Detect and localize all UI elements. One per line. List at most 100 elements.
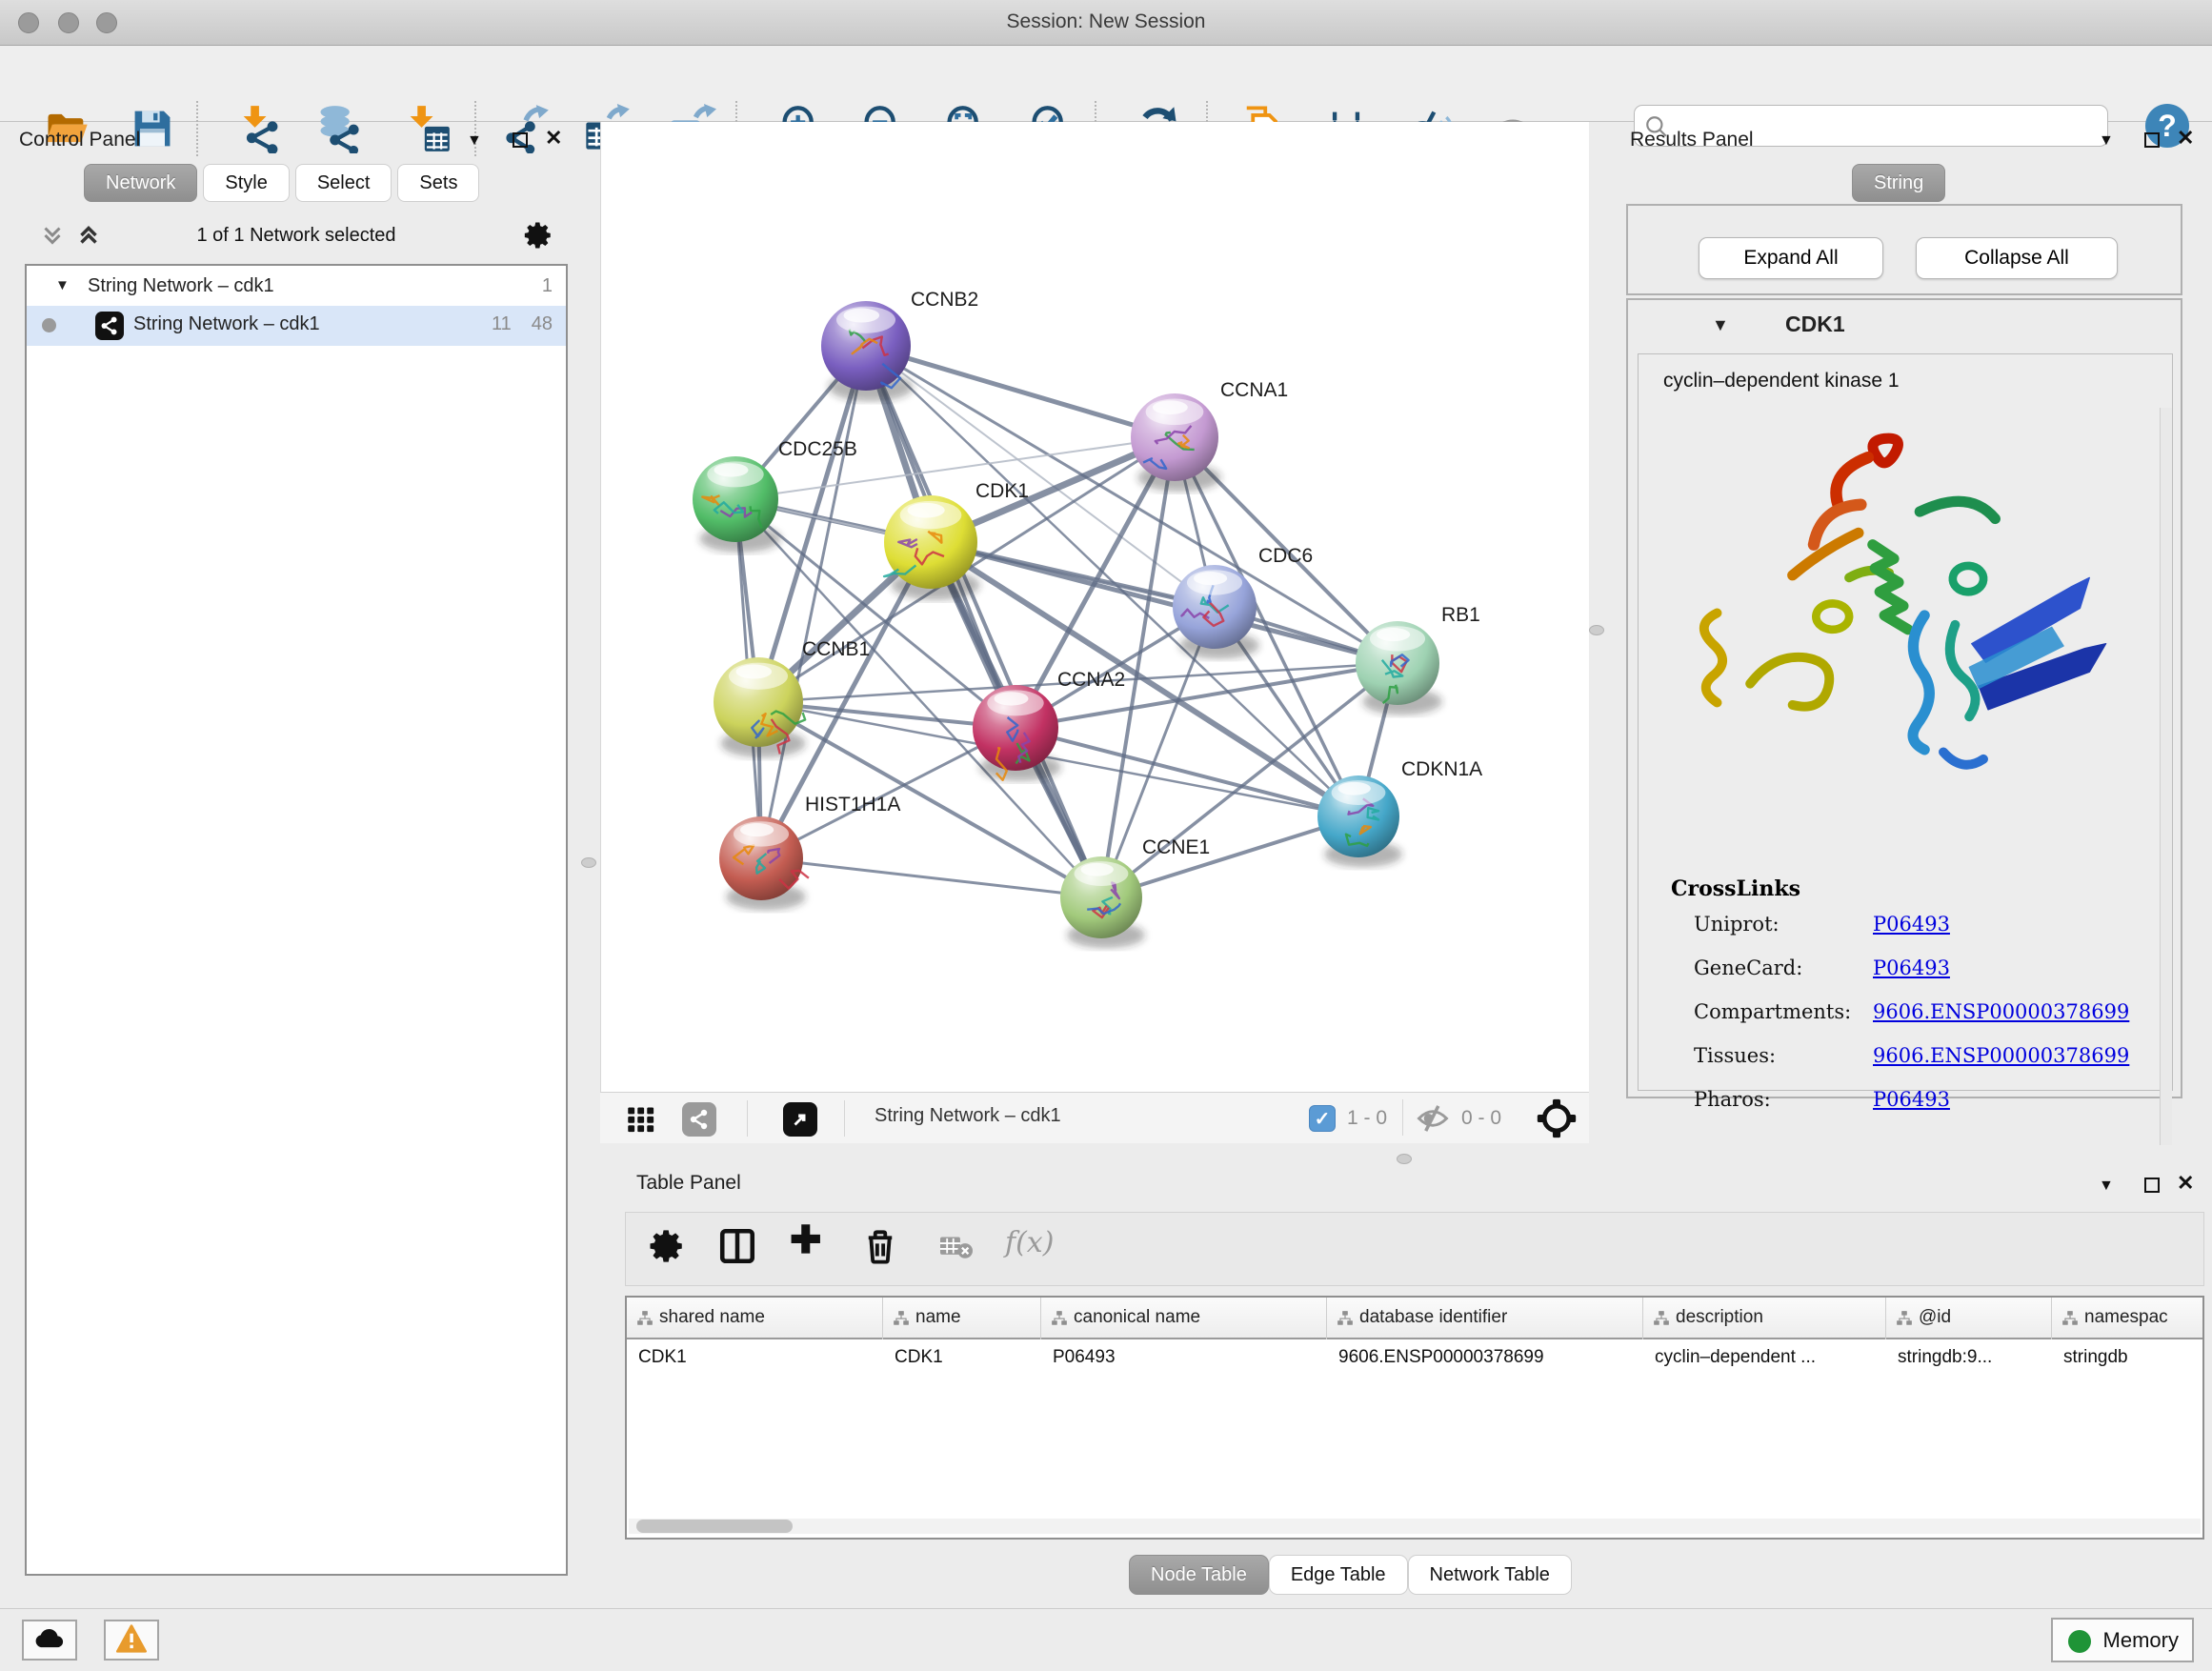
results-panel-menu-icon[interactable]: ▼ xyxy=(2099,132,2114,150)
tab-node-table[interactable]: Node Table xyxy=(1129,1555,1269,1595)
table-horizontal-scrollbar[interactable] xyxy=(629,1519,2201,1534)
tab-select[interactable]: Select xyxy=(295,164,392,202)
crosslink-row: Pharos: P06493 xyxy=(1671,1077,1800,1120)
gene-header-row[interactable]: ▼ CDK1 xyxy=(1628,300,2181,353)
gene-detail-card: cyclin–dependent kinase 1 xyxy=(1638,353,2173,1091)
import-table-icon[interactable] xyxy=(400,101,453,158)
gene-details-box: ▼ CDK1 cyclin–dependent kinase 1 xyxy=(1626,298,2182,1098)
open-in-window-icon[interactable] xyxy=(783,1102,817,1137)
results-scrollbar[interactable] xyxy=(2160,408,2172,1145)
results-panel-float-icon[interactable] xyxy=(2144,132,2160,148)
gene-symbol: CDK1 xyxy=(1785,312,1845,337)
control-panel-menu-icon[interactable]: ▼ xyxy=(467,132,482,150)
hidden-eye-icon[interactable] xyxy=(1416,1103,1450,1134)
node-label-cdk1: CDK1 xyxy=(975,480,1029,502)
crosslink-link[interactable]: P06493 xyxy=(1873,913,1950,936)
column-header-database-identifier[interactable]: database identifier xyxy=(1327,1298,1643,1339)
delete-column-icon[interactable] xyxy=(860,1226,900,1266)
crosslink-label: Tissues: xyxy=(1694,1044,1776,1067)
crosslink-label: Compartments: xyxy=(1694,1000,1851,1023)
tab-network[interactable]: Network xyxy=(84,164,197,202)
crosslink-link[interactable]: P06493 xyxy=(1873,956,1950,979)
delete-table-icon[interactable] xyxy=(940,1234,973,1260)
table-cell[interactable]: CDK1 xyxy=(638,1347,879,1368)
cloud-status-icon[interactable] xyxy=(22,1620,77,1661)
results-panel-close-icon[interactable]: ✕ xyxy=(2177,126,2194,151)
network-node-cdc6[interactable] xyxy=(1173,565,1257,649)
vertical-splitter-handle[interactable] xyxy=(581,857,596,868)
import-network-file-icon[interactable] xyxy=(233,101,287,158)
table-gear-icon[interactable] xyxy=(647,1226,687,1266)
node-label-ccnb2: CCNB2 xyxy=(911,289,978,311)
network-collection-label: String Network – cdk1 xyxy=(88,275,274,297)
network-view-canvas[interactable]: CCNB2CCNA1CDC25BCDK1CDC6RB1CCNB1CCNA2CDK… xyxy=(600,122,1589,1092)
network-node-cdk1[interactable] xyxy=(884,495,977,589)
show-columns-icon[interactable] xyxy=(717,1226,757,1266)
control-panel-close-icon[interactable]: ✕ xyxy=(545,126,562,151)
column-header-name[interactable]: name xyxy=(883,1298,1041,1339)
function-builder-icon[interactable]: f(x) xyxy=(1005,1226,1054,1259)
table-cell[interactable]: stringdb:9... xyxy=(1898,1347,2048,1368)
tab-style[interactable]: Style xyxy=(203,164,289,202)
column-header-canonical-name[interactable]: canonical name xyxy=(1041,1298,1327,1339)
add-column-icon[interactable]: ✚ xyxy=(790,1218,822,1262)
tab-edge-table[interactable]: Edge Table xyxy=(1269,1555,1408,1595)
selected-nodes-checkbox[interactable]: ✓ xyxy=(1309,1105,1336,1132)
table-cell[interactable]: cyclin–dependent ... xyxy=(1655,1347,1882,1368)
network-node-ccnb2[interactable] xyxy=(821,301,911,391)
expand-all-button[interactable]: Expand All xyxy=(1699,237,1883,279)
node-label-cdc25b: CDC25B xyxy=(778,438,857,460)
import-network-database-icon[interactable] xyxy=(312,101,366,158)
horizontal-splitter-handle[interactable] xyxy=(1397,1154,1412,1164)
control-panel-float-icon[interactable] xyxy=(513,132,528,148)
tab-sets[interactable]: Sets xyxy=(397,164,479,202)
scrollbar-thumb[interactable] xyxy=(636,1520,793,1533)
table-panel-close-icon[interactable]: ✕ xyxy=(2177,1171,2194,1196)
tree-expand-icon[interactable]: ▼ xyxy=(55,277,70,293)
gene-description: cyclin–dependent kinase 1 xyxy=(1663,370,1900,393)
main-toolbar: ? xyxy=(0,46,2212,122)
network-tree: ▼ String Network – cdk1 1 String Network… xyxy=(25,264,568,1576)
network-node-hist1h1a[interactable] xyxy=(719,816,809,900)
vertical-splitter-handle[interactable] xyxy=(1589,625,1604,635)
crosslink-link[interactable]: 9606.ENSP00000378699 xyxy=(1873,1044,2129,1067)
tab-string[interactable]: String xyxy=(1852,164,1945,202)
table-cell[interactable]: 9606.ENSP00000378699 xyxy=(1338,1347,1639,1368)
column-header-shared-name[interactable]: shared name xyxy=(627,1298,883,1339)
gene-collapse-icon[interactable]: ▼ xyxy=(1712,315,1729,335)
table-cell[interactable]: CDK1 xyxy=(895,1347,1037,1368)
crosslink-link[interactable]: 9606.ENSP00000378699 xyxy=(1873,1000,2129,1023)
table-cell[interactable]: stringdb xyxy=(2063,1347,2202,1368)
node-table: shared namenamecanonical namedatabase id… xyxy=(625,1296,2204,1540)
column-header-description[interactable]: description xyxy=(1643,1298,1886,1339)
protein-structure-image xyxy=(1675,421,2122,840)
gear-icon[interactable] xyxy=(522,219,554,252)
table-panel-float-icon[interactable] xyxy=(2144,1178,2160,1193)
table-panel-menu-icon[interactable]: ▼ xyxy=(2099,1178,2114,1195)
birds-eye-grid-icon[interactable] xyxy=(627,1105,655,1134)
control-panel-title: Control Panel xyxy=(19,129,140,151)
column-header-namespac[interactable]: namespac xyxy=(2052,1298,2204,1339)
crosshair-icon[interactable] xyxy=(1536,1097,1578,1139)
string-style-icon[interactable] xyxy=(682,1102,716,1137)
network-collection-count: 1 xyxy=(542,275,553,297)
table-cell[interactable]: P06493 xyxy=(1053,1347,1323,1368)
network-node-ccne1[interactable] xyxy=(1060,856,1142,938)
network-row-selected[interactable]: String Network – cdk1 11 48 xyxy=(27,306,566,346)
collapse-all-button[interactable]: Collapse All xyxy=(1916,237,2118,279)
node-label-ccna2: CCNA2 xyxy=(1057,669,1125,691)
network-node-cdc25b[interactable] xyxy=(693,456,778,542)
current-network-title: String Network – cdk1 xyxy=(875,1105,1061,1127)
string-network-graph[interactable]: CCNB2CCNA1CDC25BCDK1CDC6RB1CCNB1CCNA2CDK… xyxy=(601,122,1590,1092)
network-node-cdkn1a[interactable] xyxy=(1317,775,1399,857)
status-bar: Memory xyxy=(0,1608,2212,1671)
network-collection-row[interactable]: ▼ String Network – cdk1 1 xyxy=(27,270,566,306)
warning-status-icon[interactable] xyxy=(104,1620,159,1661)
crosslinks-heading: CrossLinks xyxy=(1671,876,1800,901)
network-node-rb1[interactable] xyxy=(1356,621,1439,705)
crosslink-link[interactable]: P06493 xyxy=(1873,1088,1950,1111)
column-header--id[interactable]: @id xyxy=(1886,1298,2052,1339)
tab-network-table[interactable]: Network Table xyxy=(1408,1555,1572,1595)
network-node-ccna1[interactable] xyxy=(1131,393,1218,481)
memory-button[interactable]: Memory xyxy=(2051,1618,2194,1662)
